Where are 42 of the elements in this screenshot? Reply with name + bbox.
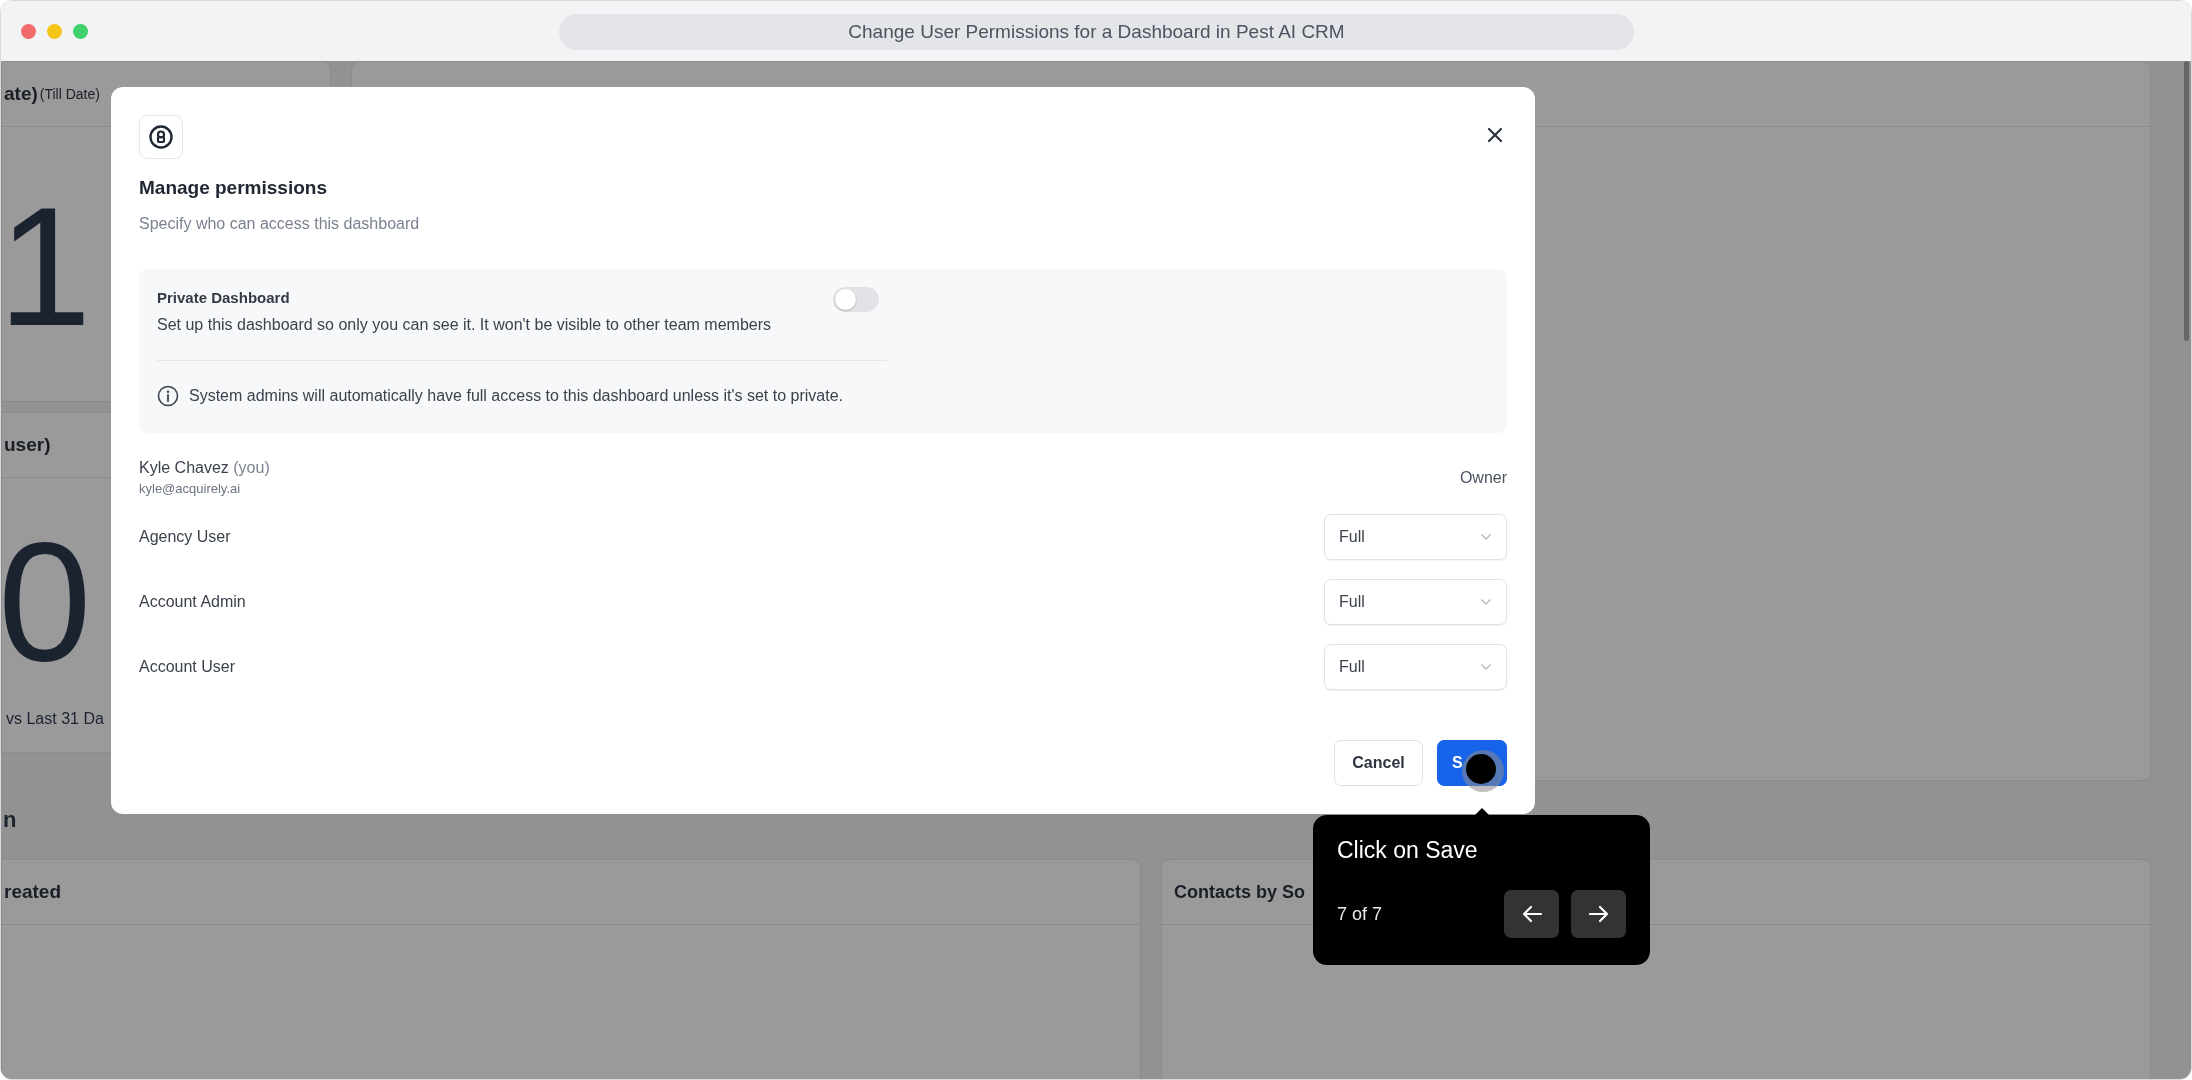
dialog-title: Manage permissions (139, 177, 328, 199)
previous-button[interactable] (1504, 890, 1559, 938)
setting-description: Set up this dashboard so only you can see it. It won't be visible to other team members (157, 316, 772, 334)
arrow-left-icon (1520, 904, 1543, 924)
tooltip-text: Click on Save (1337, 837, 1479, 864)
user-email: kyle@acquirely.ai (139, 481, 242, 496)
step-counter: 7 of 7 (1337, 903, 1383, 925)
private-toggle[interactable] (833, 287, 879, 312)
close-window-icon[interactable] (21, 23, 36, 39)
info-text: System admins will automatically have full access to this dashboard unless it's set to private. (189, 387, 843, 405)
chevron-down-icon (1480, 598, 1492, 606)
maximize-window-icon[interactable] (73, 23, 88, 39)
stat-value: 1 (2, 172, 92, 363)
card-title: user) (4, 434, 51, 456)
user-name: Kyle Chavez (you) (139, 459, 270, 477)
dialog-subtitle: Specify who can access this dashboard (139, 215, 421, 233)
setting-label: Private Dashboard (157, 289, 291, 306)
access-select[interactable]: Full (1324, 514, 1507, 560)
chevron-down-icon (1480, 533, 1492, 541)
info-icon (157, 385, 179, 407)
scrollbar[interactable] (2184, 61, 2189, 341)
arrow-right-icon (1587, 904, 1610, 924)
card-note: (Till Date) (39, 86, 100, 102)
owner-role: Owner (1459, 468, 1507, 487)
access-select[interactable]: Full (1324, 644, 1507, 690)
role-name: Agency User (139, 528, 231, 546)
minimize-window-icon[interactable] (47, 23, 62, 39)
cancel-button[interactable]: Cancel (1334, 740, 1423, 786)
comparison-text: vs Last 31 Da (5, 710, 104, 729)
next-button[interactable] (1571, 890, 1626, 938)
stat-value: 0 (2, 507, 92, 698)
role-name: Account Admin (139, 593, 246, 611)
card-title: Contacts by So (1174, 881, 1306, 903)
chevron-down-icon (1480, 663, 1492, 671)
card-title: ate) (4, 83, 38, 105)
access-select[interactable]: Full (1324, 579, 1507, 625)
card-title: reated (4, 881, 62, 903)
role-name: Account User (139, 658, 236, 676)
cursor-icon (1461, 749, 1505, 793)
lock-icon (139, 115, 183, 159)
section-title: n (3, 807, 17, 833)
window-title: Change User Permissions for a Dashboard in Pest AI CRM (559, 14, 1634, 50)
